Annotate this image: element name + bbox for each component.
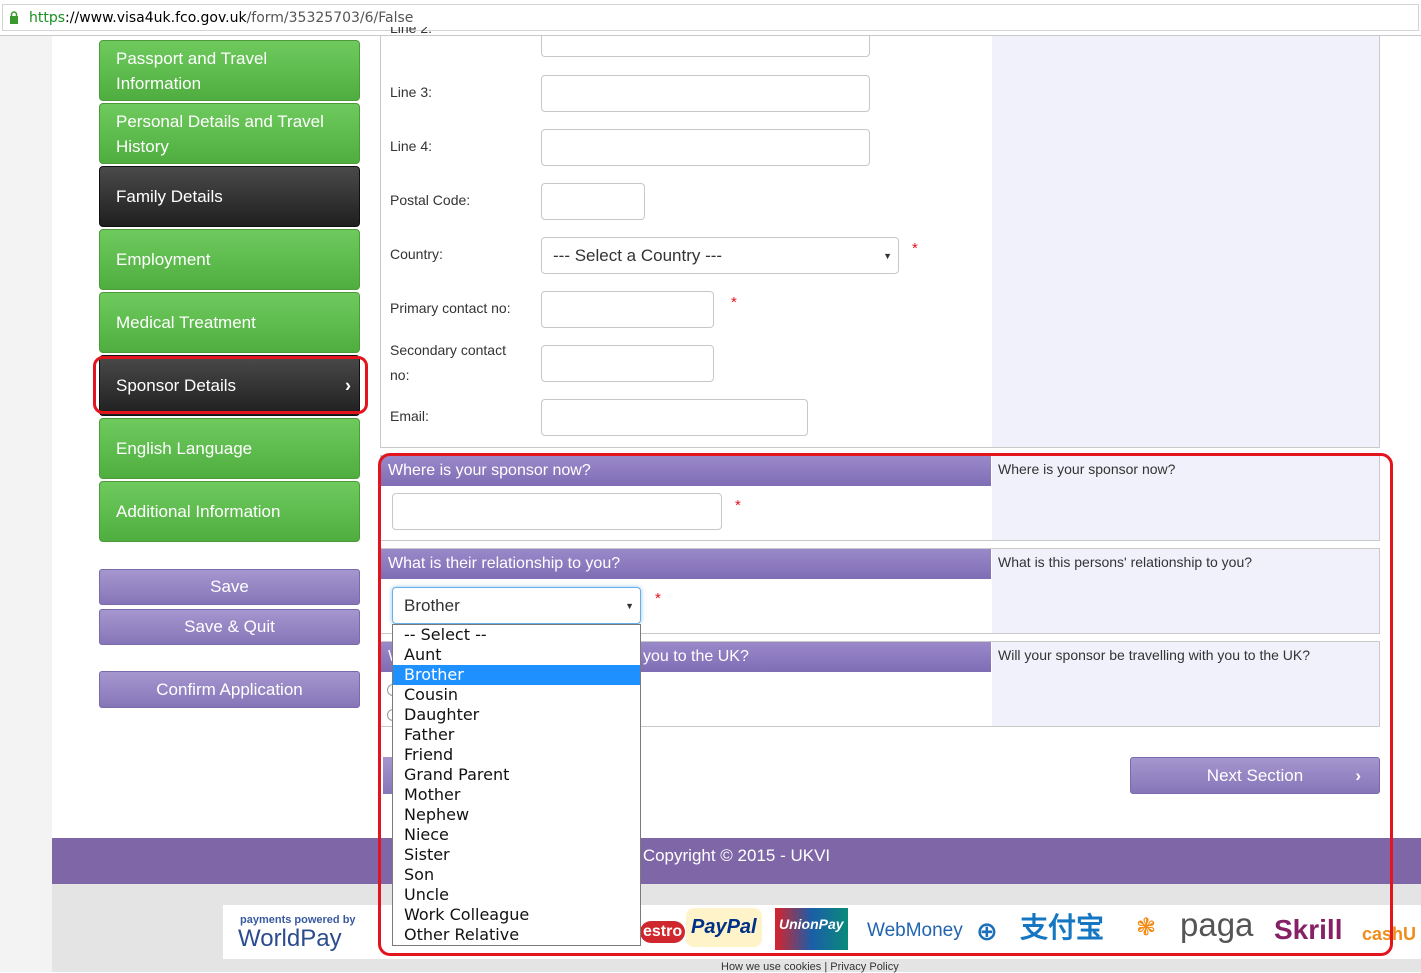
highlight-annotation [378, 453, 1393, 956]
sidebar-item-employment[interactable]: Employment [99, 229, 360, 290]
lock-icon [10, 11, 18, 24]
line4-label: Line 4: [390, 138, 433, 154]
secondary-contact-label: Secondary contact no: [390, 342, 506, 383]
country-select-value: --- Select a Country --- [553, 245, 723, 265]
url-text: https://www.visa4uk.fco.gov.uk/form/3532… [29, 10, 414, 26]
line4-input[interactable] [541, 129, 870, 166]
sidebar-item-label: Employment [116, 250, 211, 269]
line2-label: Line 2: [390, 27, 433, 36]
sidebar-item-label: Personal Details and Travel History [116, 111, 324, 156]
country-select[interactable]: --- Select a Country --- ▼ [541, 237, 899, 274]
highlight-annotation [93, 356, 368, 414]
sidebar-item-passport[interactable]: Passport and Travel Information [99, 40, 360, 101]
sidebar-item-label: Family Details [116, 187, 223, 206]
line2-input[interactable] [541, 36, 870, 57]
postal-code-input[interactable] [541, 183, 645, 220]
save-button[interactable]: Save [99, 569, 360, 605]
sidebar-item-label: Medical Treatment [116, 313, 256, 332]
footer-links[interactable]: How we use cookies | Privacy Policy [721, 961, 899, 973]
page-gutter [0, 36, 52, 972]
confirm-application-button[interactable]: Confirm Application [99, 671, 360, 708]
worldpay-logo: WorldPay [238, 925, 342, 952]
sidebar-item-family[interactable]: Family Details [99, 166, 360, 227]
dropdown-arrow-icon: ▼ [883, 250, 892, 261]
primary-contact-input[interactable] [541, 291, 714, 328]
primary-contact-label: Primary contact no: [390, 300, 511, 316]
url-field[interactable]: https://www.visa4uk.fco.gov.uk/form/3532… [2, 4, 1419, 31]
browser-address-bar: https://www.visa4uk.fco.gov.uk/form/3532… [0, 0, 1421, 36]
sidebar-item-english[interactable]: English Language [99, 418, 360, 479]
save-quit-button[interactable]: Save & Quit [99, 609, 360, 645]
postal-code-label: Postal Code: [390, 192, 471, 208]
line3-input[interactable] [541, 75, 870, 112]
email-label: Email: [390, 408, 429, 424]
sidebar-item-label: Additional Information [116, 502, 281, 521]
email-input[interactable] [541, 399, 808, 436]
required-marker: * [731, 294, 737, 311]
secondary-contact-input[interactable] [541, 345, 714, 382]
sidebar-item-label: English Language [116, 439, 253, 458]
sidebar-item-label: Passport and Travel Information [116, 48, 268, 93]
sidebar-item-medical[interactable]: Medical Treatment [99, 292, 360, 353]
sidebar-item-additional[interactable]: Additional Information [99, 481, 360, 542]
line3-label: Line 3: [390, 84, 433, 100]
country-label: Country: [390, 246, 443, 262]
sidebar-item-personal[interactable]: Personal Details and Travel History [99, 103, 360, 164]
required-marker: * [912, 240, 918, 257]
